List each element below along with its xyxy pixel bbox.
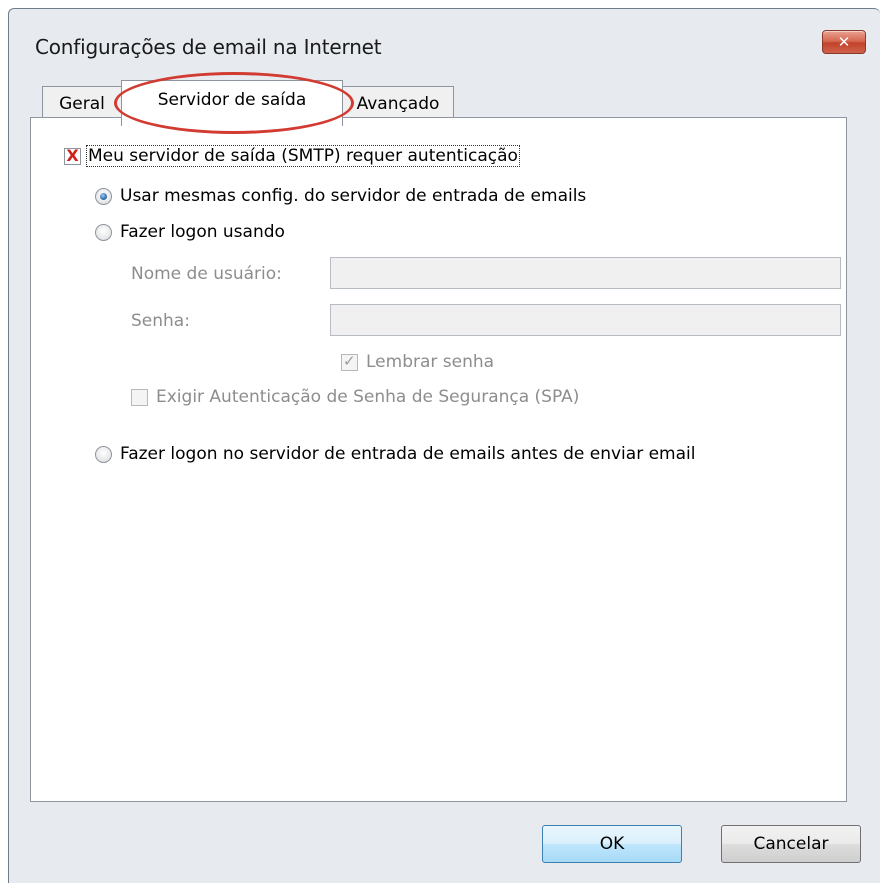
password-field[interactable] xyxy=(330,304,841,336)
tab-servidor-de-saida-label: Servidor de saída xyxy=(157,90,307,110)
radio-logon-using-label: Fazer logon usando xyxy=(120,222,285,242)
spa-checkbox[interactable] xyxy=(131,388,148,406)
radio-logon-incoming-row[interactable]: Fazer logon no servidor de entrada de em… xyxy=(95,444,695,464)
radio-same-settings-label: Usar mesmas config. do servidor de entra… xyxy=(120,186,587,206)
smtp-auth-checkbox-row[interactable]: X Meu servidor de saída (SMTP) requer au… xyxy=(64,145,520,167)
username-label-row: Nome de usuário: xyxy=(131,264,282,284)
radio-logon-using-row[interactable]: Fazer logon usando xyxy=(95,222,285,242)
checkbox-x-icon: X xyxy=(66,146,79,165)
radio-same-settings[interactable] xyxy=(95,187,112,205)
tab-servidor-de-saida[interactable]: Servidor de saída xyxy=(121,80,343,126)
tab-avancado-label: Avançado xyxy=(356,94,440,114)
radio-same-settings-row[interactable]: Usar mesmas config. do servidor de entra… xyxy=(95,186,586,206)
password-label-row: Senha: xyxy=(131,311,190,331)
cancel-button[interactable]: Cancelar xyxy=(721,825,861,863)
password-label: Senha: xyxy=(131,311,190,331)
radio-logon-incoming-label: Fazer logon no servidor de entrada de em… xyxy=(120,444,696,464)
radio-logon-using[interactable] xyxy=(95,223,112,241)
window-title: Configurações de email na Internet xyxy=(35,35,382,59)
radio-logon-incoming[interactable] xyxy=(95,445,112,463)
spa-label: Exigir Autenticação de Senha de Seguranç… xyxy=(156,387,580,407)
smtp-auth-label: Meu servidor de saída (SMTP) requer aute… xyxy=(86,145,520,167)
close-icon: ✕ xyxy=(837,33,851,51)
tab-geral-label: Geral xyxy=(59,94,105,114)
smtp-auth-checkbox[interactable]: X xyxy=(64,146,81,165)
username-field[interactable] xyxy=(330,257,841,289)
remember-password-label: Lembrar senha xyxy=(366,352,495,372)
title-bar: Configurações de email na Internet ✕ xyxy=(9,9,880,81)
close-button[interactable]: ✕ xyxy=(822,30,866,54)
ok-button[interactable]: OK xyxy=(542,825,682,863)
remember-password-checkbox[interactable] xyxy=(341,352,358,371)
username-label: Nome de usuário: xyxy=(131,264,282,284)
spa-row[interactable]: Exigir Autenticação de Senha de Seguranç… xyxy=(131,387,579,407)
remember-password-row[interactable]: Lembrar senha xyxy=(341,352,494,372)
